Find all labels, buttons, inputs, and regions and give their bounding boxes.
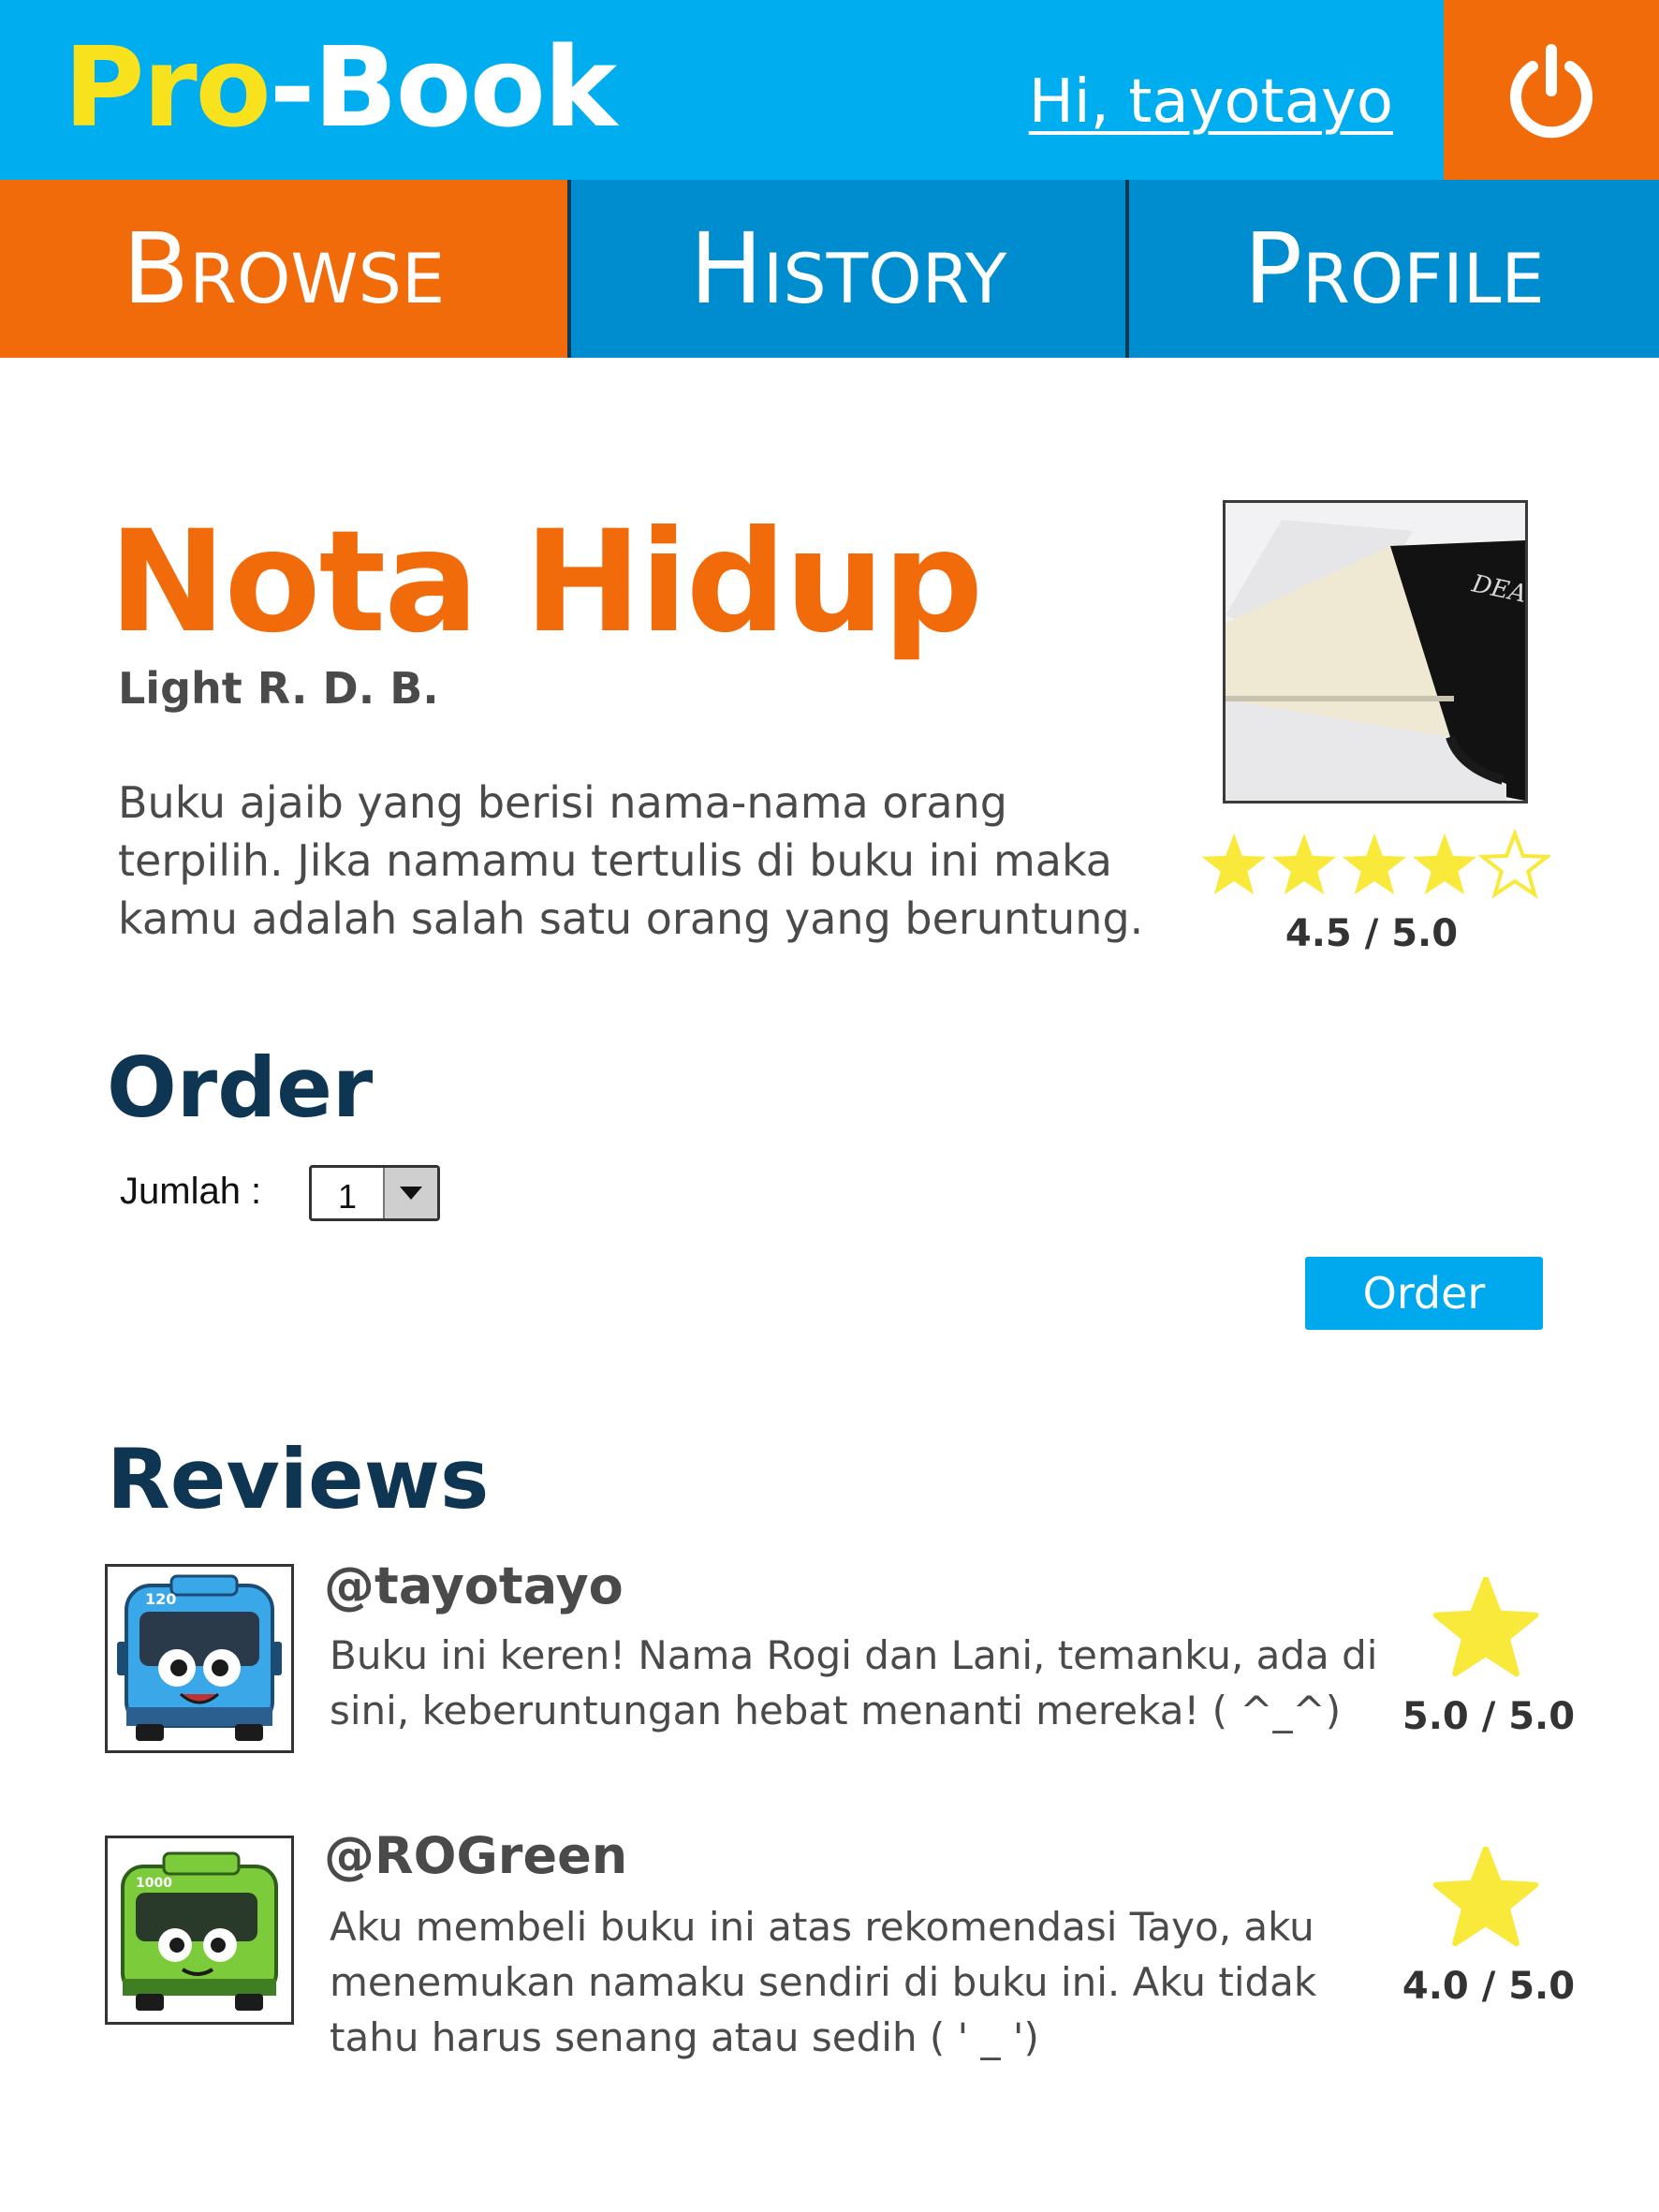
- review-rating: 5.0 / 5.0: [1402, 1695, 1576, 1738]
- book-star-rating: [1198, 828, 1552, 905]
- tab-browse[interactable]: Browse: [0, 180, 567, 358]
- order-button[interactable]: Order: [1305, 1257, 1543, 1330]
- tab-browse-label: Browse: [122, 212, 446, 326]
- tab-profile[interactable]: Profile: [1129, 180, 1659, 358]
- review-username[interactable]: @ROGreen: [324, 1826, 627, 1885]
- chevron-down-icon[interactable]: [383, 1168, 437, 1218]
- star-icon: [1342, 833, 1407, 895]
- logo-dash: -: [269, 22, 316, 152]
- book-cover-image: DEATH: [1223, 500, 1528, 804]
- book-author: Light R. D. B.: [118, 663, 439, 714]
- star-icon: [1271, 833, 1337, 895]
- review-text: Aku membeli buku ini atas rekomendasi Ta…: [330, 1904, 1317, 2060]
- review-username[interactable]: @tayotayo: [324, 1556, 624, 1615]
- star-icon: [1412, 833, 1477, 895]
- svg-text:1000: 1000: [136, 1876, 172, 1891]
- avatar: 120: [105, 1564, 294, 1753]
- quantity-value: 1: [338, 1177, 358, 1216]
- reviews-heading: Reviews: [107, 1431, 490, 1527]
- power-icon: [1510, 44, 1593, 139]
- review-rating: 4.0 / 5.0: [1402, 1965, 1576, 2008]
- star-icon: [1201, 833, 1267, 895]
- svg-text:120: 120: [145, 1590, 176, 1608]
- main-nav: Browse History Profile: [0, 180, 1659, 358]
- book-title: Nota Hidup: [109, 501, 983, 664]
- star-icon: [1431, 1846, 1541, 1954]
- logout-button[interactable]: [1444, 0, 1659, 180]
- quantity-select[interactable]: 1: [309, 1165, 440, 1221]
- tab-history-label: History: [689, 212, 1007, 326]
- bus-avatar-icon: 120: [117, 1574, 282, 1741]
- bus-avatar-icon: 1000: [121, 1851, 278, 2011]
- quantity-label: Jumlah :: [120, 1171, 262, 1212]
- app-logo[interactable]: Pro-Book: [64, 26, 617, 148]
- avatar: 1000: [105, 1836, 294, 2025]
- book-description: Buku ajaib yang berisi nama-nama orang t…: [118, 777, 1144, 944]
- star-icon: [1431, 1576, 1541, 1684]
- user-greeting-link[interactable]: Hi, tayotayo: [1029, 60, 1393, 144]
- app-header: Pro-Book Hi, tayotayo: [0, 0, 1659, 180]
- review-text: Buku ini keren! Nama Rogi dan Lani, tema…: [330, 1632, 1378, 1733]
- logo-pro: Pro: [64, 22, 272, 152]
- book-rating-value: 4.5 / 5.0: [1285, 912, 1459, 955]
- order-heading: Order: [107, 1040, 374, 1136]
- tab-history[interactable]: History: [571, 180, 1125, 358]
- tab-profile-label: Profile: [1243, 212, 1545, 326]
- star-outline-icon: [1477, 828, 1552, 899]
- logo-book: Book: [313, 22, 618, 152]
